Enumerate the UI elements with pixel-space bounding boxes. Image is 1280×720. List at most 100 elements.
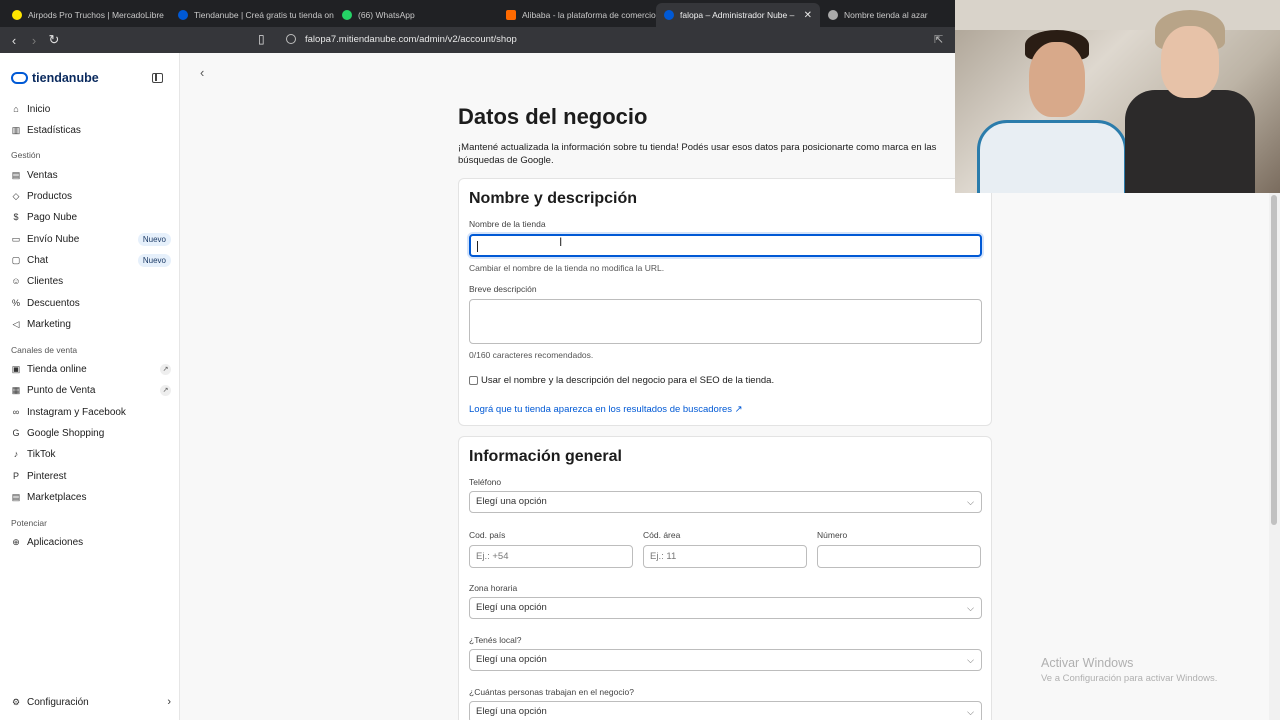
sidebar-item-label: Marketing	[27, 318, 71, 330]
area-code-label: Cód. área	[643, 530, 681, 540]
forward-arrow-icon[interactable]: ›	[24, 33, 44, 48]
browser-tab[interactable]: Tiendanube | Creá gratis tu tienda on	[170, 3, 334, 27]
card-nombre-descripcion: Nombre y descripción Nombre de la tienda…	[458, 178, 992, 426]
seo-link-text: Lográ que tu tienda aparezca en los resu…	[469, 404, 733, 415]
sidebar-item-instagram-facebook[interactable]: ∞ Instagram y Facebook	[11, 404, 171, 420]
description-label: Breve descripción	[469, 284, 537, 294]
browser-tab[interactable]: (66) WhatsApp	[334, 3, 498, 27]
sidebar-item-label: Envío Nube	[27, 233, 80, 245]
chatgpt-icon	[828, 10, 838, 20]
tab-title: Nombre tienda al azar	[844, 10, 928, 20]
store-name-help: Cambiar el nombre de la tienda no modifi…	[469, 263, 665, 273]
megaphone-icon: ◁	[12, 318, 20, 329]
share-icon[interactable]: ⇱	[934, 33, 943, 46]
card-title: Información general	[469, 448, 622, 465]
country-code-label: Cod. país	[469, 530, 506, 540]
tab-title: Alibaba - la plataforma de comercio	[522, 10, 656, 20]
tiendanube-logo[interactable]: tiendanube	[11, 71, 99, 85]
users-icon: ☺	[11, 276, 21, 286]
sidebar-item-envio-nube[interactable]: ▭ Envío Nube Nuevo	[11, 231, 171, 247]
sidebar-item-label: Configuración	[27, 696, 89, 708]
phone-label: Teléfono	[469, 477, 502, 487]
local-label: ¿Tenés local?	[469, 635, 522, 645]
chevron-down-icon: ⌵	[967, 497, 974, 507]
page-scrollbar[interactable]	[1269, 193, 1280, 720]
bookmark-icon[interactable]: ▯	[258, 32, 265, 46]
browser-tab-active[interactable]: falopa – Administrador Nube – ✕	[656, 3, 820, 27]
sidebar-item-pago-nube[interactable]: $ Pago Nube	[11, 209, 171, 225]
sidebar-item-label: TikTok	[27, 448, 56, 460]
sidebar-item-productos[interactable]: ◇ Productos	[11, 188, 171, 204]
page-description: ¡Mantené actualizada la información sobr…	[458, 142, 937, 166]
sidebar-item-label: Instagram y Facebook	[27, 406, 126, 418]
sidebar-item-label: Descuentos	[27, 297, 80, 309]
seo-checkbox[interactable]	[469, 376, 478, 385]
truck-icon: ▭	[11, 233, 21, 244]
external-link-icon[interactable]: ↗	[160, 363, 171, 375]
sidebar-item-label: Pinterest	[27, 470, 67, 482]
browser-tab[interactable]: Airpods Pro Truchos | MercadoLibre	[4, 3, 170, 27]
close-icon[interactable]: ✕	[804, 10, 812, 21]
section-title-potenciar: Potenciar	[11, 518, 47, 528]
sidebar-item-tiktok[interactable]: ♪ TikTok	[11, 446, 171, 462]
number-input[interactable]	[817, 545, 981, 568]
face-shape	[1029, 42, 1085, 117]
sidebar-item-clientes[interactable]: ☺ Clientes	[11, 273, 171, 289]
sidebar-item-descuentos[interactable]: % Descuentos	[11, 295, 171, 311]
external-link-icon[interactable]: ↗	[160, 384, 171, 396]
description-textarea[interactable]	[469, 299, 982, 344]
sidebar-item-google-shopping[interactable]: G Google Shopping	[11, 425, 171, 441]
mercadolibre-icon	[12, 10, 22, 20]
new-badge: Nuevo	[137, 232, 171, 246]
seo-checkbox-label[interactable]: Usar el nombre y la descripción del nego…	[481, 375, 774, 386]
activate-windows-watermark: Activar Windows Ve a Configuración para …	[1041, 656, 1217, 684]
url-field[interactable]: falopa7.mitiendanube.com/admin/v2/accoun…	[305, 34, 517, 45]
reload-icon[interactable]: ↻	[44, 32, 64, 48]
back-chevron-icon[interactable]: ‹	[200, 65, 204, 80]
card-informacion-general: Información general Teléfono Elegí una o…	[458, 436, 992, 720]
area-code-input[interactable]: Ej.: 11	[643, 545, 807, 568]
google-icon: G	[12, 428, 20, 438]
alibaba-icon	[506, 10, 516, 20]
chevron-down-icon: ⌵	[967, 603, 974, 613]
phone-select[interactable]: Elegí una opción ⌵	[469, 491, 982, 513]
seo-link[interactable]: Lográ que tu tienda aparezca en los resu…	[469, 404, 743, 415]
local-select[interactable]: Elegí una opción ⌵	[469, 649, 982, 671]
shirt-shape	[1125, 90, 1255, 193]
sidebar-item-pinterest[interactable]: P Pinterest	[11, 468, 171, 484]
section-title-canales: Canales de venta	[11, 345, 78, 355]
sidebar-item-chat[interactable]: ▢ Chat Nuevo	[11, 252, 171, 268]
chevron-down-icon: ⌵	[967, 655, 974, 665]
sidebar-item-ventas[interactable]: ▤ Ventas	[11, 167, 171, 183]
sidebar-item-punto-de-venta[interactable]: ▦ Punto de Venta ↗	[11, 382, 171, 398]
webcam-person-left	[977, 30, 1127, 193]
text-caret	[477, 241, 478, 252]
new-badge: Nuevo	[137, 253, 171, 267]
browser-tab[interactable]: Alibaba - la plataforma de comercio	[498, 3, 656, 27]
brand-name: tiendanube	[32, 71, 99, 85]
sidebar-item-tienda-online[interactable]: ▣ Tienda online ↗	[11, 361, 171, 377]
sidebar-item-label: Marketplaces	[27, 491, 87, 503]
store-name-input[interactable]	[469, 234, 982, 257]
tab-title: falopa – Administrador Nube –	[680, 10, 795, 20]
employees-select[interactable]: Elegí una opción ⌵	[469, 701, 982, 720]
tiendanube-icon	[664, 10, 674, 20]
sidebar-item-marketing[interactable]: ◁ Marketing	[11, 316, 171, 332]
timezone-select[interactable]: Elegí una opción ⌵	[469, 597, 982, 619]
sidebar-item-estadisticas[interactable]: ▥ Estadísticas	[11, 122, 171, 138]
country-code-input[interactable]: Ej.: +54	[469, 545, 633, 568]
pos-icon: ▦	[11, 384, 21, 395]
sidebar-item-aplicaciones[interactable]: ⊕ Aplicaciones	[11, 534, 171, 550]
tab-title: (66) WhatsApp	[358, 10, 415, 20]
scrollbar-thumb[interactable]	[1271, 195, 1277, 525]
site-info-icon[interactable]	[286, 34, 296, 44]
apps-icon: ⊕	[12, 536, 20, 547]
sidebar-item-configuracion[interactable]: ⚙ Configuración ›	[11, 694, 171, 710]
back-arrow-icon[interactable]: ‹	[4, 33, 24, 48]
sidebar-item-inicio[interactable]: ⌂ Inicio	[11, 101, 171, 117]
employees-label: ¿Cuántas personas trabajan en el negocio…	[469, 687, 634, 697]
sidebar-toggle-icon[interactable]	[152, 73, 163, 83]
browser-tab[interactable]: Nombre tienda al azar	[820, 3, 940, 27]
pinterest-icon: P	[12, 471, 19, 481]
sidebar-item-marketplaces[interactable]: ▤ Marketplaces	[11, 489, 171, 505]
